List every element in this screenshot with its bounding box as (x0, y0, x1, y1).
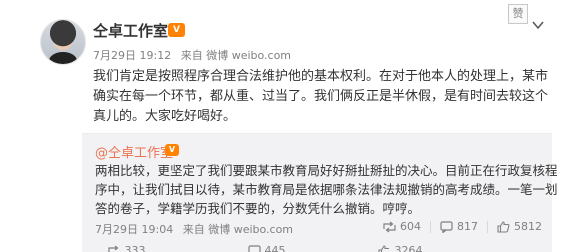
post-body-line: 真儿的。大家吃好喝好。 (93, 109, 237, 124)
repost-body-line: 序中，让我们拭目以待，某市教育局是依据哪条法律法规撤销的高考成绩。一笔一划 (95, 182, 558, 197)
repost-author-link[interactable]: @仝卓工作室 (95, 142, 173, 161)
bottom-like-count: 3264 (394, 244, 423, 252)
repost-body-line: 两相比较，更坚定了我们要跟某市教育局好好掰扯掰扯的决心。目前正在行政复核程 (95, 163, 558, 178)
vip-badge-icon: V (168, 23, 185, 37)
post-meta: 7月29日 19:12 来自 微博 weibo.com (93, 47, 291, 63)
bottom-like-button[interactable]: 3264 (378, 244, 423, 252)
repost-source[interactable]: 来自 微博 weibo.com (183, 223, 293, 236)
repost-meta: 7月29日 19:04 来自 微博 weibo.com (95, 221, 293, 237)
bottom-share-button[interactable]: 333 (108, 244, 146, 252)
avatar-shirt (49, 52, 77, 64)
like-button[interactable]: 赞 (508, 4, 528, 24)
vip-badge-icon: V (165, 144, 179, 156)
repost-body: 两相比较，更坚定了我们要跟某市教育局好好掰扯掰扯的决心。目前正在行政复核程 序中… (95, 161, 558, 218)
bottom-comment-count: 445 (264, 244, 286, 252)
post-body-line: 确实在每一个环节，都从重、过当了。我们俩反正是半休假，是有时间去较这个 (93, 89, 549, 104)
post-source[interactable]: 来自 微博 weibo.com (181, 49, 291, 62)
post-body: 我们肯定是按照程序合理合法维护他的基本权利。在对于他本人的处理上，某市 确实在每… (93, 67, 553, 127)
share-icon (383, 221, 396, 232)
comment-icon (440, 220, 453, 233)
divider (430, 220, 431, 233)
reposted-weibo: @仝卓工作室 V 两相比较，更坚定了我们要跟某市教育局好好掰扯掰扯的决心。目前正… (82, 133, 558, 252)
post-time[interactable]: 7月29日 19:12 (93, 49, 171, 62)
repost-count: 604 (400, 220, 421, 233)
repost-actions: 604 817 5812 (383, 220, 542, 233)
thumbs-up-icon (497, 220, 510, 233)
like-count: 5812 (514, 220, 542, 233)
post-author-name[interactable]: 仝卓工作室 (93, 20, 168, 41)
repost-time[interactable]: 7月29日 19:04 (95, 223, 173, 236)
avatar[interactable] (40, 19, 86, 65)
divider (487, 220, 488, 233)
chevron-down-icon[interactable] (531, 18, 545, 32)
thumbs-up-icon (378, 245, 389, 252)
comment-count: 817 (457, 220, 478, 233)
bottom-comment-button[interactable]: 445 (248, 244, 286, 252)
bottom-repost-count: 333 (124, 244, 146, 252)
comment-icon (248, 245, 261, 252)
repost-comment-button[interactable]: 817 (440, 220, 478, 233)
share-icon (108, 245, 119, 252)
repost-share-button[interactable]: 604 (383, 220, 421, 233)
post-body-line: 我们肯定是按照程序合理合法维护他的基本权利。在对于他本人的处理上，某市 (93, 69, 549, 84)
repost-body-line: 答的卷子，学籍学历我们不要的，分数凭什么撤销。哼哼。 (95, 201, 421, 216)
repost-like-button[interactable]: 5812 (497, 220, 542, 233)
